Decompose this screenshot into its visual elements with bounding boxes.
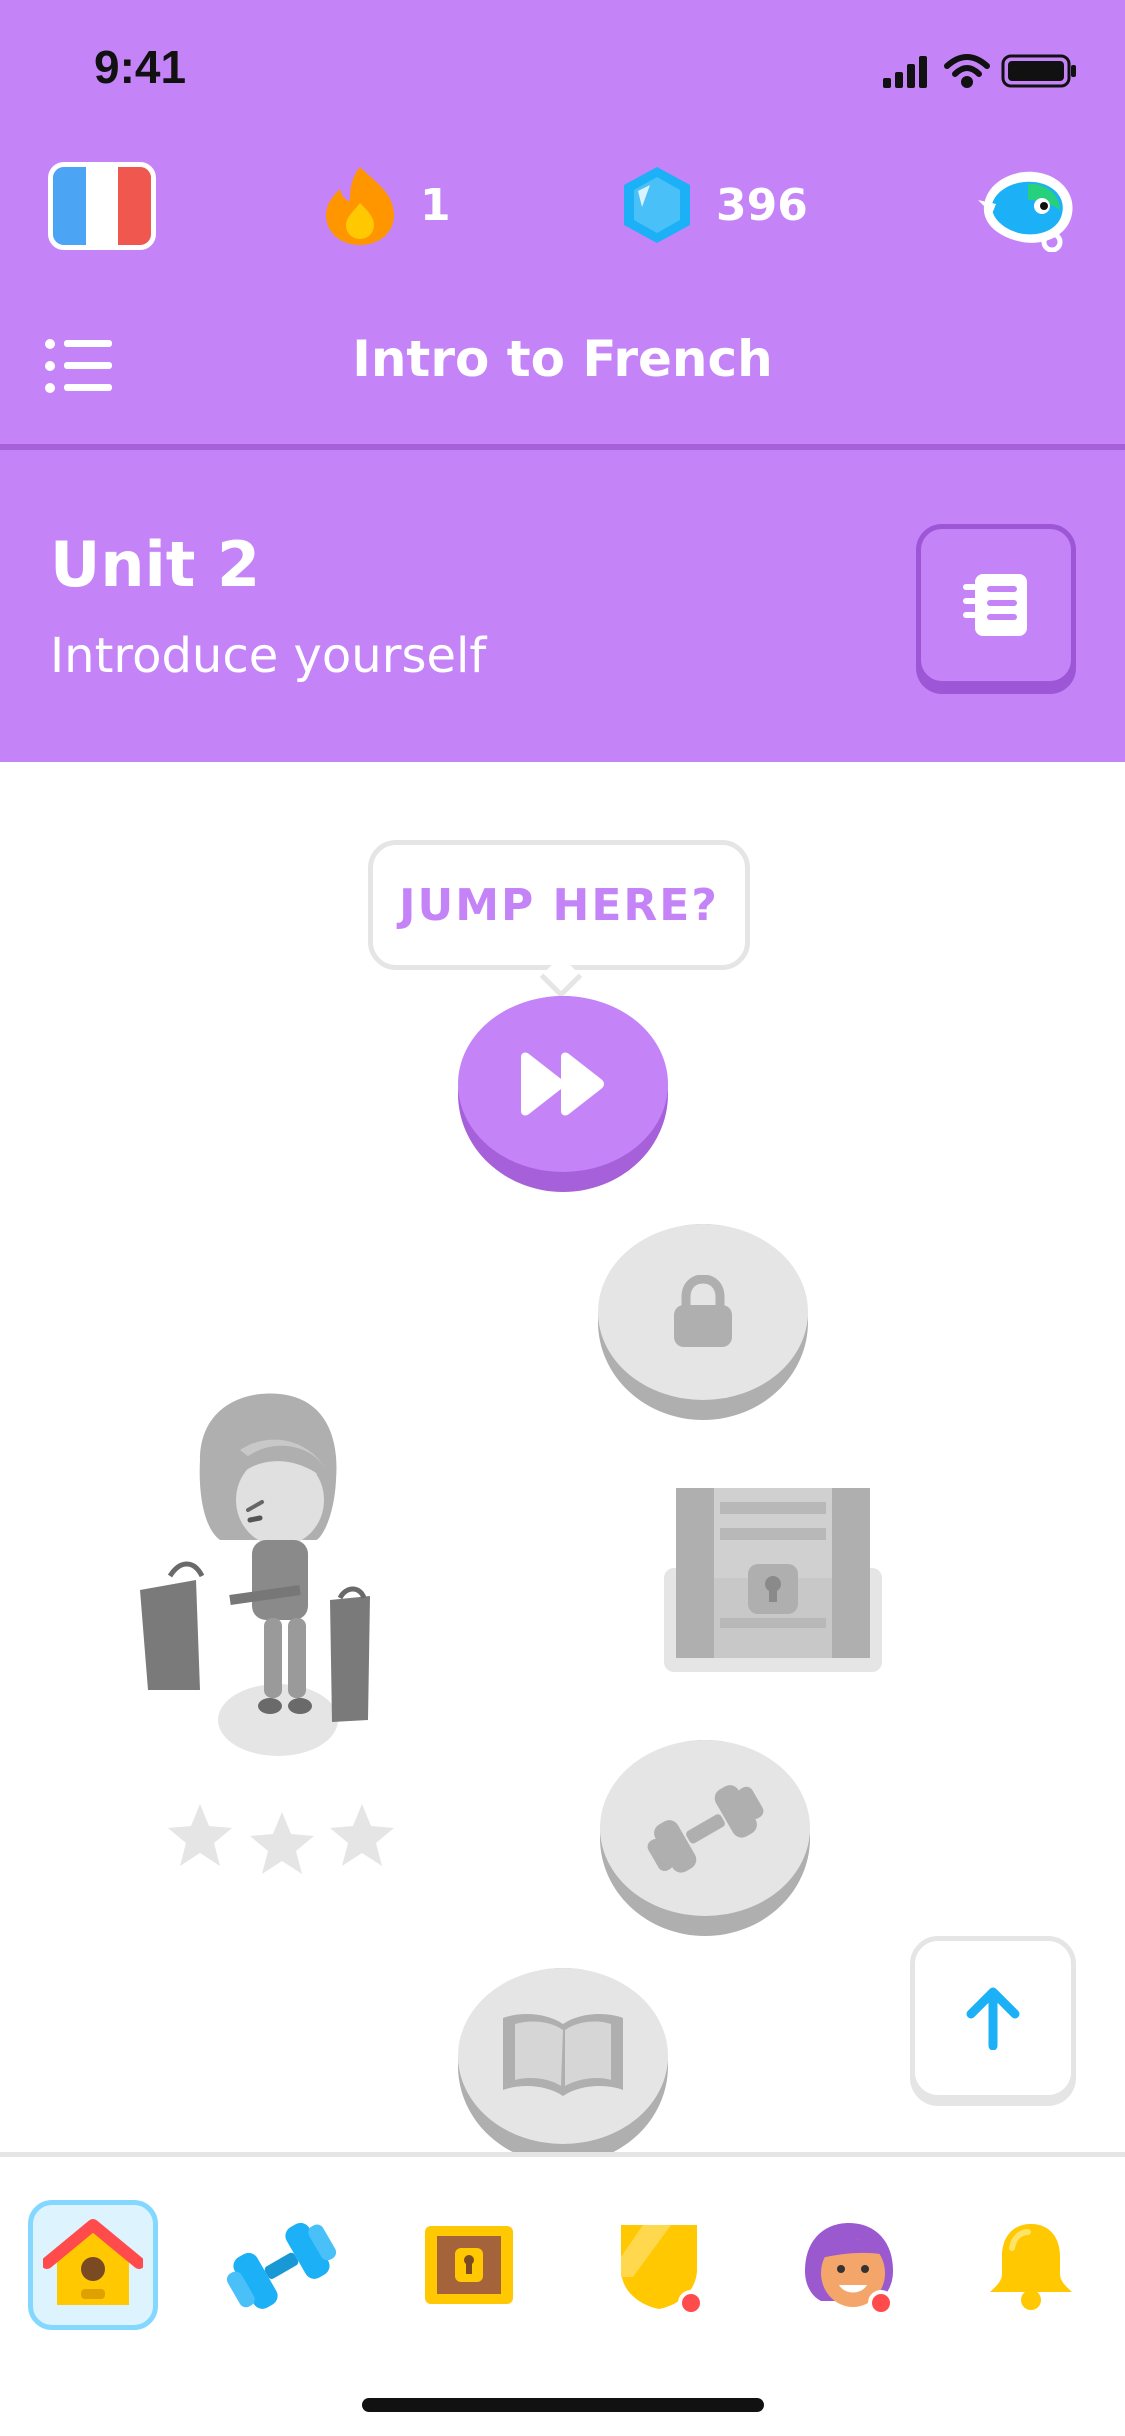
unit-subtitle: Introduce yourself bbox=[50, 628, 487, 684]
signal-icon bbox=[883, 56, 927, 88]
character-illustration bbox=[140, 1393, 370, 1756]
home-indicator bbox=[362, 2398, 764, 2412]
path-node-jump[interactable] bbox=[458, 996, 668, 1192]
jump-here-label: JUMP HERE? bbox=[399, 879, 719, 931]
star-icon bbox=[330, 1804, 394, 1866]
gem-icon bbox=[624, 167, 690, 243]
path-node-practice[interactable] bbox=[600, 1740, 810, 1936]
dumbbell-icon bbox=[647, 1785, 764, 1873]
gem-count: 396 bbox=[716, 179, 808, 231]
leagues-notification-dot bbox=[678, 2290, 704, 2316]
book-icon bbox=[503, 2014, 623, 2096]
course-flag-button[interactable] bbox=[48, 162, 156, 250]
nav-leagues-tab[interactable] bbox=[594, 2200, 724, 2330]
status-time: 9:41 bbox=[94, 41, 187, 93]
course-title: Intro to French bbox=[352, 330, 773, 388]
nav-chest-tab[interactable] bbox=[404, 2200, 534, 2330]
super-mascot-icon[interactable] bbox=[972, 160, 1082, 252]
nav-notifications-tab[interactable] bbox=[966, 2200, 1096, 2330]
star-icon bbox=[250, 1812, 314, 1874]
home-icon bbox=[43, 2219, 143, 2305]
guidebook-icon bbox=[963, 574, 1027, 636]
bell-icon bbox=[990, 2224, 1072, 2310]
profile-notification-dot bbox=[868, 2290, 894, 2316]
status-icons bbox=[883, 54, 1076, 88]
header-divider bbox=[0, 444, 1125, 450]
streak-counter[interactable]: 1 bbox=[322, 160, 451, 250]
nav-home-tab[interactable] bbox=[28, 2200, 158, 2330]
path-node-locked[interactable] bbox=[598, 1224, 808, 1420]
nav-practice-tab[interactable] bbox=[216, 2200, 346, 2330]
lock-icon bbox=[674, 1275, 732, 1347]
path-node-story[interactable] bbox=[458, 1968, 668, 2164]
streak-flame-icon bbox=[326, 167, 394, 245]
character-stars bbox=[168, 1804, 394, 1874]
unit-guidebook-button[interactable] bbox=[916, 524, 1076, 686]
streak-count: 1 bbox=[420, 179, 451, 231]
arrow-up-icon bbox=[966, 1987, 1020, 2050]
jump-here-tooltip[interactable]: JUMP HERE? bbox=[368, 840, 750, 970]
wifi-icon bbox=[944, 54, 990, 88]
unit-title: Unit 2 bbox=[50, 528, 261, 601]
dumbbell-icon bbox=[226, 2222, 336, 2309]
fast-forward-icon bbox=[521, 1052, 604, 1116]
scroll-to-top-button[interactable] bbox=[910, 1936, 1076, 2100]
star-icon bbox=[168, 1804, 232, 1866]
nav-profile-tab[interactable] bbox=[784, 2200, 914, 2330]
battery-icon bbox=[1001, 54, 1076, 88]
treasure-chest-icon bbox=[425, 2226, 513, 2304]
bottom-nav-bar bbox=[0, 2152, 1125, 2436]
gems-counter[interactable]: 396 bbox=[620, 160, 808, 250]
treasure-chest-node[interactable] bbox=[664, 1488, 882, 1672]
